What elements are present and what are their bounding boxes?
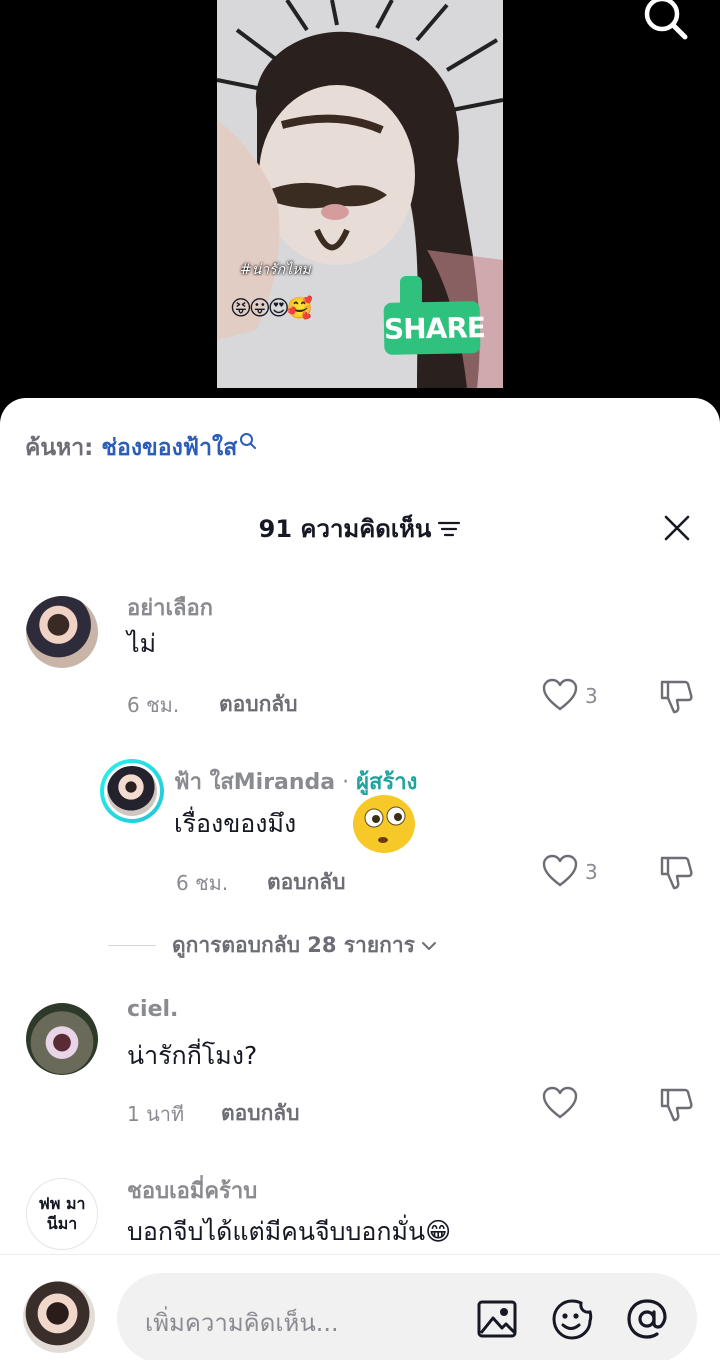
heart-icon[interactable] bbox=[542, 678, 578, 712]
author-separator: · bbox=[335, 770, 357, 795]
avatar[interactable] bbox=[26, 596, 98, 668]
creator-badge: ผู้สร้าง bbox=[356, 770, 418, 795]
reply-time: 6 ชม. bbox=[176, 871, 229, 895]
search-suggestion[interactable]: ค้นหา: ช่องของฟ้าใส bbox=[25, 430, 257, 466]
heart-icon[interactable] bbox=[542, 854, 578, 888]
comments-header: 91 ความคิดเห็น bbox=[0, 506, 720, 550]
search-icon[interactable] bbox=[640, 0, 690, 44]
comment-author[interactable]: ciel. bbox=[127, 997, 178, 1022]
reply-button[interactable]: ตอบกลับ bbox=[267, 866, 346, 899]
dislike-icon[interactable] bbox=[658, 1086, 694, 1122]
search-small-icon bbox=[240, 433, 257, 449]
emoji-icon[interactable] bbox=[550, 1297, 594, 1341]
dislike-icon[interactable] bbox=[658, 678, 694, 714]
chevron-down-icon bbox=[421, 941, 436, 950]
sort-filter-icon[interactable] bbox=[437, 518, 461, 538]
view-replies-label: ดูการตอบกลับ 28 รายการ bbox=[172, 933, 415, 957]
comment-text: ไม่ bbox=[127, 629, 157, 658]
dislike-icon[interactable] bbox=[658, 854, 694, 890]
comment-text: บอกจีบได้แต่มีคนจีบบอกมั่น😁 bbox=[127, 1217, 452, 1246]
creator-avatar[interactable] bbox=[100, 759, 164, 823]
comment-input[interactable]: เพิ่มความคิดเห็น... bbox=[117, 1273, 697, 1360]
avatar[interactable] bbox=[26, 1003, 98, 1075]
my-avatar[interactable] bbox=[23, 1281, 95, 1353]
flushed-face-emoji bbox=[352, 794, 416, 854]
comments-count-title: 91 ความคิดเห็น bbox=[258, 514, 432, 543]
comment-input-placeholder: เพิ่มความคิดเห็น... bbox=[145, 1309, 339, 1337]
like-count: 3 bbox=[585, 684, 598, 708]
reply-author-name: ฟ้า ใสMiranda bbox=[174, 770, 336, 795]
close-icon[interactable] bbox=[660, 511, 694, 545]
reply-button[interactable]: ตอบกลับ bbox=[219, 688, 298, 721]
video-area[interactable]: #น่ารักไหม 😝😛😍🥰 SHARE bbox=[0, 0, 720, 410]
reply-button[interactable]: ตอบกลับ bbox=[221, 1097, 300, 1130]
video-emojis: 😝😛😍🥰 bbox=[230, 296, 313, 320]
search-suggestion-prefix: ค้นหา: bbox=[25, 435, 94, 461]
comment-time: 1 นาที bbox=[127, 1102, 185, 1126]
video-caption: #น่ารักไหม bbox=[240, 262, 311, 278]
mention-icon[interactable] bbox=[625, 1297, 669, 1341]
share-sticker: SHARE bbox=[383, 301, 485, 355]
divider-line bbox=[108, 945, 156, 946]
comment-author[interactable]: อย่าเลือก bbox=[127, 590, 213, 625]
comment-time: 6 ชม. bbox=[127, 693, 180, 717]
search-suggestion-term[interactable]: ช่องของฟ้าใส bbox=[101, 430, 237, 466]
avatar[interactable]: ฟพ มา นีมา bbox=[26, 1178, 98, 1250]
reply-text: เรื่องของมึง bbox=[174, 809, 297, 838]
view-replies-button[interactable]: ดูการตอบกลับ 28 รายการ bbox=[108, 929, 437, 962]
image-icon[interactable] bbox=[475, 1297, 519, 1341]
avatar-text-line-1: ฟพ มา bbox=[38, 1194, 86, 1213]
comment-input-bar: เพิ่มความคิดเห็น... bbox=[0, 1254, 720, 1360]
comments-sheet: ค้นหา: ช่องของฟ้าใส 91 ความคิดเห็น อย่าเ… bbox=[0, 398, 720, 1360]
avatar-text-line-2: นีมา bbox=[46, 1214, 78, 1233]
heart-icon[interactable] bbox=[542, 1086, 578, 1120]
comment-text: น่ารักกี่โมง? bbox=[127, 1041, 258, 1070]
comment-author[interactable]: ชอบเอมี่คร้าบ bbox=[127, 1173, 257, 1208]
like-count: 3 bbox=[585, 860, 598, 884]
